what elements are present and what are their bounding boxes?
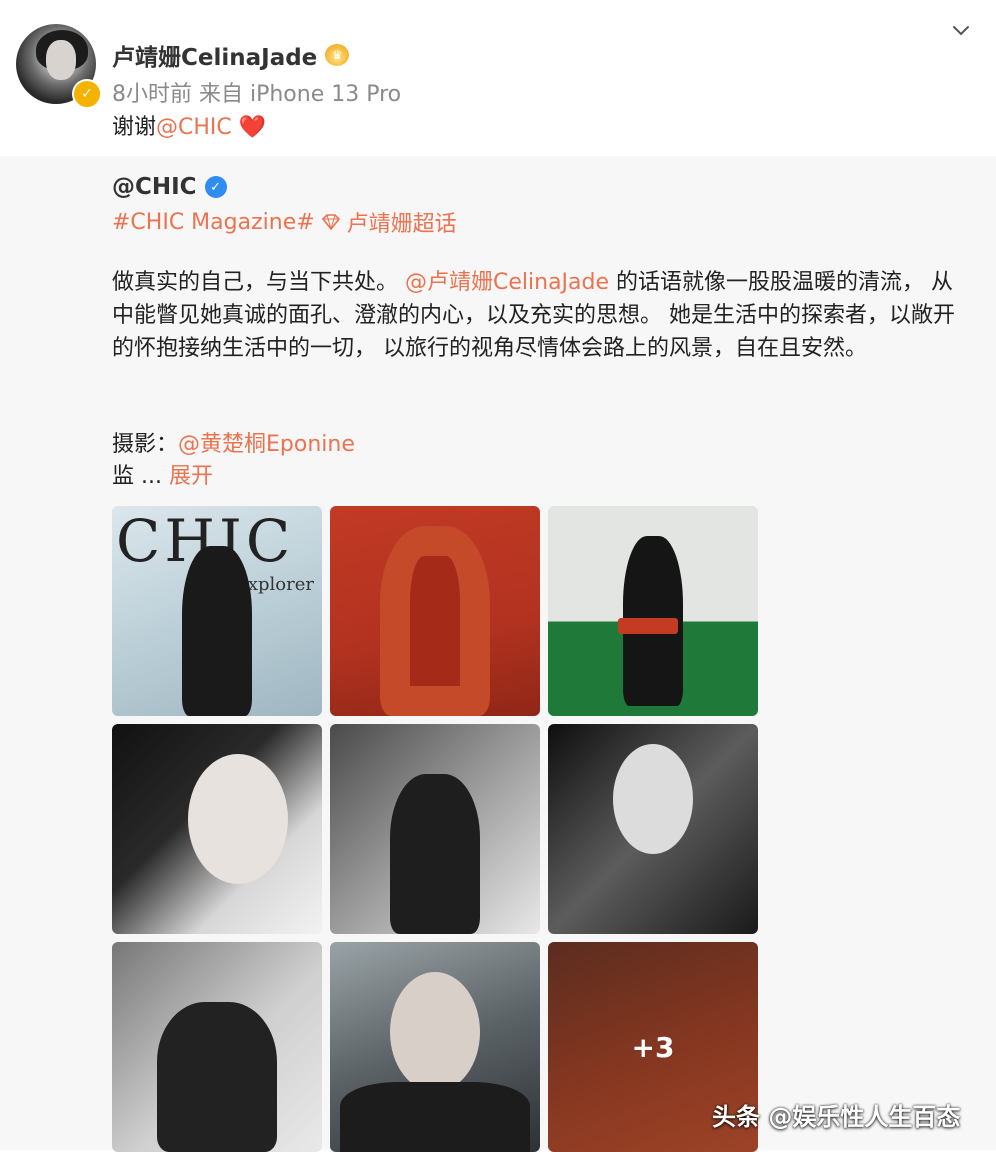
repost-username-text[interactable]: @CHIC <box>112 174 197 200</box>
more-line: 监 ... 展开 <box>112 458 213 490</box>
mention-chic[interactable]: @CHIC <box>156 115 232 140</box>
post-text-prefix: 谢谢 <box>112 115 157 140</box>
image-tile-3[interactable] <box>548 506 758 716</box>
figure-silhouette <box>390 774 480 934</box>
topic-super[interactable]: 卢靖姗超话 <box>347 206 457 238</box>
image-tile-8[interactable] <box>330 942 540 1152</box>
avatar-face <box>46 40 76 80</box>
image-tile-5[interactable] <box>330 724 540 934</box>
gem-icon <box>321 214 340 230</box>
photo-label: 摄影： <box>112 432 179 457</box>
watermark: 头条 @娱乐性人生百态 <box>712 1103 961 1131</box>
image-tile-6[interactable] <box>548 724 758 934</box>
figure-silhouette <box>182 546 252 716</box>
crown-icon: ♛ <box>325 44 350 66</box>
post-meta: 8小时前 来自 iPhone 13 Pro <box>112 82 402 107</box>
expand-link[interactable]: 展开 <box>169 464 213 489</box>
image-grid: CHIC Life explorer +3 <box>112 506 758 1152</box>
chair-shape <box>618 618 678 634</box>
figure-silhouette <box>157 1002 277 1152</box>
image-tile-1[interactable]: CHIC Life explorer <box>112 506 322 716</box>
image-tile-2[interactable] <box>330 506 540 716</box>
gold-verified-icon: ✓ <box>72 79 102 109</box>
mention-celina[interactable]: @卢靖姗CelinaJade <box>405 270 609 295</box>
mention-photographer[interactable]: @黄楚桐Eponine <box>178 432 355 457</box>
body-part1: 做真实的自己，与当下共处。 <box>112 270 399 295</box>
username[interactable]: 卢靖姗CelinaJade ♛ <box>112 38 350 72</box>
repost-body: 做真实的自己，与当下共处。 @卢靖姗CelinaJade 的话语就像一股股温暖的… <box>112 266 972 365</box>
face-shape <box>390 972 480 1092</box>
figure-silhouette <box>380 526 490 716</box>
photo-credit: 摄影：@黄楚桐Eponine <box>112 426 355 458</box>
topic-chic-magazine[interactable]: #CHIC Magazine# <box>112 210 315 235</box>
post-header: ✓ 卢靖姗CelinaJade ♛ 8小时前 来自 iPhone 13 Pro … <box>0 0 996 156</box>
repost-card[interactable]: @CHIC ✓ #CHIC Magazine# 卢靖姗超话 做真实的自己，与当下… <box>0 156 996 1152</box>
blue-verified-icon: ✓ <box>204 176 227 198</box>
username-text[interactable]: 卢靖姗CelinaJade <box>112 38 317 72</box>
post-text: 谢谢@CHIC ❤️ <box>112 109 266 141</box>
image-tile-7[interactable] <box>112 942 322 1152</box>
face-shape <box>188 754 288 884</box>
jacket-shape <box>340 1082 530 1152</box>
repost-topics: #CHIC Magazine# 卢靖姗超话 <box>112 206 457 238</box>
more-prefix: 监 ... <box>112 464 162 489</box>
heart-icon: ❤️ <box>238 115 267 140</box>
repost-username[interactable]: @CHIC ✓ <box>112 174 227 200</box>
chevron-down-icon[interactable] <box>952 22 970 40</box>
image-tile-4[interactable] <box>112 724 322 934</box>
face-shape <box>613 744 693 854</box>
